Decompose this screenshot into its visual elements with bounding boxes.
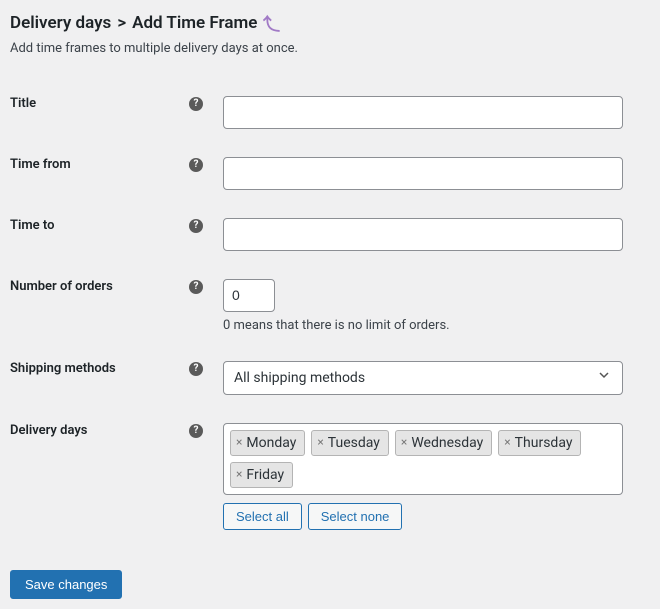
chip-remove-icon[interactable]: × xyxy=(401,435,407,451)
chip-label: Thursday xyxy=(515,434,573,452)
title-input[interactable] xyxy=(223,96,623,129)
chip-remove-icon[interactable]: × xyxy=(236,435,242,451)
breadcrumb-parent[interactable]: Delivery days xyxy=(10,13,111,33)
help-icon[interactable]: ? xyxy=(189,362,203,376)
chip-label: Wednesday xyxy=(411,434,483,452)
page-description: Add time frames to multiple delivery day… xyxy=(10,41,650,56)
title-label: Title xyxy=(10,96,36,111)
help-icon[interactable]: ? xyxy=(189,97,203,111)
select-all-button[interactable]: Select all xyxy=(223,503,302,530)
back-arrow-icon[interactable]: ⤴ xyxy=(263,10,280,35)
page-heading: Delivery days > Add Time Frame ⤴ xyxy=(10,10,650,35)
help-icon[interactable]: ? xyxy=(189,158,203,172)
shipping-methods-label: Shipping methods xyxy=(10,361,116,376)
page-title: Add Time Frame xyxy=(132,13,257,33)
help-icon[interactable]: ? xyxy=(189,280,203,294)
select-none-button[interactable]: Select none xyxy=(308,503,403,530)
day-chip-friday[interactable]: × Friday xyxy=(230,462,293,488)
save-changes-button[interactable]: Save changes xyxy=(10,570,122,599)
chip-remove-icon[interactable]: × xyxy=(504,435,510,451)
time-to-label: Time to xyxy=(10,218,54,233)
num-orders-input[interactable] xyxy=(223,279,275,312)
day-chip-monday[interactable]: × Monday xyxy=(230,430,305,456)
delivery-days-multiselect[interactable]: × Monday × Tuesday × Wednesday × Thursda… xyxy=(223,423,623,495)
shipping-methods-select[interactable]: All shipping methods xyxy=(223,361,623,395)
chip-label: Monday xyxy=(246,434,296,452)
help-icon[interactable]: ? xyxy=(189,219,203,233)
num-orders-label: Number of orders xyxy=(10,279,113,294)
delivery-days-label: Delivery days xyxy=(10,423,87,438)
day-chip-thursday[interactable]: × Thursday xyxy=(498,430,581,456)
time-from-label: Time from xyxy=(10,157,71,172)
help-icon[interactable]: ? xyxy=(189,424,203,438)
chip-remove-icon[interactable]: × xyxy=(317,435,323,451)
chevron-down-icon xyxy=(596,367,612,390)
settings-form: Title ? Time from ? Time to ? xyxy=(10,82,650,544)
day-chip-wednesday[interactable]: × Wednesday xyxy=(395,430,492,456)
time-to-input[interactable] xyxy=(223,218,623,251)
chip-label: Friday xyxy=(246,466,284,484)
chip-remove-icon[interactable]: × xyxy=(236,467,242,483)
shipping-methods-value: All shipping methods xyxy=(234,368,365,389)
chip-label: Tuesday xyxy=(328,434,380,452)
day-chip-tuesday[interactable]: × Tuesday xyxy=(311,430,389,456)
time-from-input[interactable] xyxy=(223,157,623,190)
breadcrumb-separator: > xyxy=(117,13,126,33)
num-orders-hint: 0 means that there is no limit of orders… xyxy=(223,318,650,333)
